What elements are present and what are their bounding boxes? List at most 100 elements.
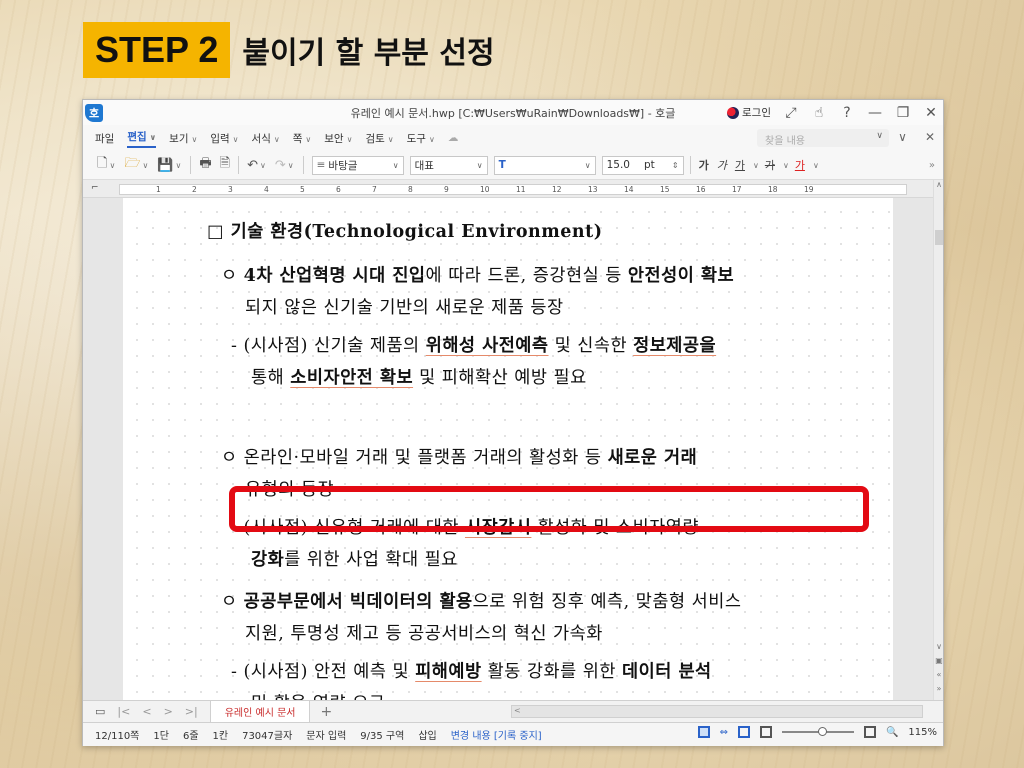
toolbar-expand-icon[interactable]: » <box>929 160 935 171</box>
font-name-select[interactable]: T ∨ <box>493 155 596 175</box>
chevron-down-icon[interactable]: ∨ <box>783 161 789 170</box>
chevron-down-icon[interactable]: ∨ <box>288 161 294 170</box>
toolbar: 🗋 ∨ 🗁 ∨ 💾 ∨ 🖶 🗎 ↶ ∨ ↷ ∨ ≡ 바탕글 ∨ 대표 ∨ T ∨ 15.0… <box>83 151 943 180</box>
status-mode[interactable]: 문자 입력 <box>306 727 346 742</box>
last-tab-icon[interactable]: >| <box>185 705 198 718</box>
menu-security[interactable]: 보안 ∨ <box>324 131 352 146</box>
zoom-slider[interactable] <box>781 727 854 736</box>
cloud-icon[interactable]: ☁ <box>448 132 459 144</box>
prev-page-icon[interactable]: « <box>934 670 944 682</box>
save-icon[interactable]: 💾 <box>157 158 173 173</box>
emphasis-text: 공공부문에서 빅데이터의 활용 <box>243 592 473 612</box>
strikethrough-button[interactable]: 가 <box>765 157 775 173</box>
style-select[interactable]: ≡ 바탕글 ∨ <box>311 155 404 175</box>
paragraph-line: ㅇ 4차 산업혁명 시대 진입에 따라 드론, 증강현실 등 안전성이 확보 <box>221 262 734 287</box>
menu-format-label: 서식 <box>251 132 271 145</box>
chevron-down-icon[interactable]: ∨ <box>813 161 819 170</box>
print-icon[interactable]: 🖶 <box>199 154 211 176</box>
expand-icon[interactable]: ⤢ <box>783 105 799 121</box>
zoom-icon[interactable]: 🔍 <box>886 727 898 738</box>
section-heading: □ 기술 환경(Technological Environment) <box>207 222 603 242</box>
tab-stop-icon[interactable]: ⌐ <box>91 183 99 193</box>
paste-target-highlight <box>229 486 869 532</box>
help-icon[interactable]: ? <box>839 105 855 121</box>
document-page[interactable]: □ 기술 환경(Technological Environment) ㅇ 4차 … <box>123 198 893 700</box>
new-document-icon[interactable]: 🗋 <box>97 154 107 176</box>
menu-review[interactable]: 검토 ∨ <box>365 131 393 146</box>
menu-edit[interactable]: 편집 ∨ <box>127 129 157 148</box>
scroll-thumb[interactable] <box>935 230 943 245</box>
width-fit-icon[interactable]: ⇔ <box>720 727 728 738</box>
status-insert[interactable]: 삽입 <box>418 727 436 742</box>
menu-page[interactable]: 쪽 ∨ <box>293 131 312 146</box>
body-text: 통해 <box>251 368 291 388</box>
undo-icon[interactable]: ↶ <box>247 158 258 173</box>
menu-security-label: 보안 <box>324 132 344 145</box>
chevron-down-icon: ∨ <box>346 134 353 144</box>
hwp-window: 호 유레인 예시 문서.hwp [C:₩Users₩uRain₩Download… <box>82 99 944 746</box>
zoom-level[interactable]: 115% <box>908 727 937 738</box>
prev-tab-icon[interactable]: < <box>142 705 151 718</box>
vertical-scrollbar[interactable]: ∧ ∨ ▣ « » <box>933 180 943 700</box>
tab-list-icon[interactable]: ▭ <box>95 705 105 718</box>
emphasis-text: 위해성 사전예측 <box>425 336 549 356</box>
two-page-icon[interactable] <box>759 726 772 738</box>
page-view-icon[interactable] <box>697 726 710 738</box>
emphasis-text: 안전성이 확보 <box>627 266 735 286</box>
chevron-down-icon[interactable]: ∨ <box>109 161 115 170</box>
horizontal-scrollbar[interactable]: < <box>511 705 923 718</box>
next-page-icon[interactable]: » <box>934 684 944 696</box>
status-section: 9/35 구역 <box>360 731 405 742</box>
add-tab-button[interactable]: + <box>320 704 332 720</box>
status-track-changes[interactable]: 변경 내용 [기록 중지] <box>451 727 542 742</box>
redo-icon[interactable]: ↷ <box>275 158 286 173</box>
italic-button[interactable]: 가 <box>717 157 727 173</box>
full-page-icon[interactable] <box>737 726 750 738</box>
scroll-up-icon[interactable]: ∧ <box>934 180 944 192</box>
chevron-down-icon[interactable]: ∨ <box>876 131 883 141</box>
open-folder-icon[interactable]: 🗁 <box>124 154 140 176</box>
user-icon <box>727 106 740 119</box>
stepper-icon[interactable]: ⇕ <box>672 161 679 170</box>
toolbar-divider <box>689 156 691 174</box>
emphasis-text: 새로운 거래 <box>607 448 698 468</box>
print-preview-icon[interactable]: 🗎 <box>220 154 230 176</box>
find-input[interactable]: 찾을 내용 ∨ <box>757 129 889 147</box>
document-area[interactable]: □ 기술 환경(Technological Environment) ㅇ 4차 … <box>83 198 935 700</box>
login-button[interactable]: 로그인 <box>727 105 771 120</box>
page-icon[interactable]: ▣ <box>934 656 944 668</box>
ruler[interactable]: ⌐ 1 2 3 4 5 6 7 8 9 10 11 12 13 14 15 16… <box>83 180 935 198</box>
ruler-track[interactable]: 1 2 3 4 5 6 7 8 9 10 11 12 13 14 15 16 1… <box>119 184 907 195</box>
menu-review-label: 검토 <box>365 132 385 145</box>
body-text: 및 피해확산 예방 필요 <box>413 368 587 388</box>
font-size-input[interactable]: 15.0 pt ⇕ <box>601 155 684 175</box>
scroll-down-icon[interactable]: ∨ <box>934 642 944 654</box>
first-tab-icon[interactable]: |< <box>117 705 130 718</box>
underline-button[interactable]: 가 <box>735 157 745 173</box>
zoom-out-icon[interactable] <box>863 726 876 738</box>
chevron-down-icon[interactable]: ∨ <box>260 161 266 170</box>
ribbon-collapse-icon[interactable]: ∨ <box>898 130 907 144</box>
tab-document[interactable]: 유레인 예시 문서 <box>209 700 311 723</box>
close-icon[interactable]: ✕ <box>923 105 939 121</box>
restore-icon[interactable]: ❐ <box>895 105 911 121</box>
menu-format[interactable]: 서식 ∨ <box>252 131 280 146</box>
menu-file[interactable]: 파일 <box>95 131 114 146</box>
font-color-button[interactable]: 가 <box>795 157 805 173</box>
menu-view[interactable]: 보기 ∨ <box>169 131 197 146</box>
menu-insert[interactable]: 입력 ∨ <box>210 131 238 146</box>
doc-close-icon[interactable]: ✕ <box>925 130 935 144</box>
gesture-icon[interactable]: ☝ <box>811 105 827 121</box>
chevron-down-icon[interactable]: ∨ <box>142 161 148 170</box>
menu-tools[interactable]: 도구 ∨ <box>407 131 435 146</box>
minimize-icon[interactable]: — <box>867 105 883 121</box>
next-tab-icon[interactable]: > <box>164 705 173 718</box>
bold-button[interactable]: 가 <box>699 157 709 173</box>
chevron-down-icon[interactable]: ∨ <box>175 161 181 170</box>
step-heading: 붙이기 할 부분 선정 <box>242 36 495 71</box>
body-text: 활동 강화를 위한 <box>481 662 623 682</box>
status-page[interactable]: 12/110쪽 <box>95 727 139 742</box>
zoom-slider-knob[interactable] <box>817 727 827 736</box>
font-group-select[interactable]: 대표 ∨ <box>409 155 488 175</box>
chevron-down-icon[interactable]: ∨ <box>753 161 759 170</box>
